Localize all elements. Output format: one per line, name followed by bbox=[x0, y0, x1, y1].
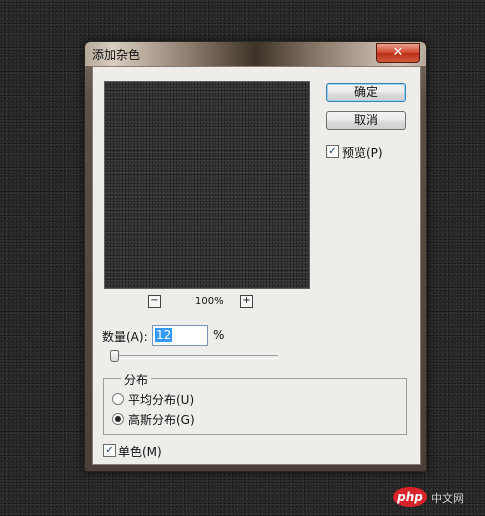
radio-uniform[interactable] bbox=[112, 393, 124, 405]
preview-checkbox[interactable]: ✓ bbox=[326, 145, 339, 158]
php-logo: php bbox=[393, 487, 427, 507]
zoom-in-button[interactable]: + bbox=[240, 295, 253, 308]
radio-uniform-label: 平均分布(U) bbox=[128, 393, 195, 407]
radio-gaussian[interactable] bbox=[112, 413, 124, 425]
checkmark-icon: ✓ bbox=[105, 445, 114, 456]
site-watermark: php 中文网 bbox=[393, 487, 485, 513]
zoom-out-button[interactable]: − bbox=[148, 295, 161, 308]
watermark-text: 中文网 bbox=[431, 492, 464, 505]
amount-slider-thumb[interactable] bbox=[110, 350, 119, 362]
title-bar[interactable]: 添加杂色 ✕ bbox=[85, 42, 426, 66]
amount-unit: % bbox=[213, 328, 225, 342]
plus-icon: + bbox=[242, 295, 251, 306]
preview-canvas[interactable] bbox=[104, 81, 310, 289]
cancel-button[interactable]: 取消 bbox=[326, 111, 406, 130]
checkmark-icon: ✓ bbox=[328, 146, 337, 157]
radio-gaussian-label: 高斯分布(G) bbox=[128, 413, 195, 427]
add-noise-dialog: 添加杂色 ✕ − 100% + 确定 取消 ✓ 预览(P) 数量(A): 12 … bbox=[84, 41, 427, 472]
dialog-body: − 100% + 确定 取消 ✓ 预览(P) 数量(A): 12 % 分布 平均… bbox=[92, 66, 421, 465]
close-icon: ✕ bbox=[392, 45, 404, 60]
minus-icon: − bbox=[150, 295, 159, 306]
amount-slider-track[interactable] bbox=[110, 355, 278, 359]
distribution-legend: 分布 bbox=[121, 371, 152, 388]
monochrome-label: 单色(M) bbox=[118, 445, 162, 459]
dialog-title: 添加杂色 bbox=[92, 48, 141, 62]
zoom-level: 100% bbox=[195, 296, 224, 307]
ok-button[interactable]: 确定 bbox=[326, 83, 406, 102]
amount-value: 12 bbox=[155, 328, 173, 342]
preview-label: 预览(P) bbox=[342, 146, 383, 160]
close-button[interactable]: ✕ bbox=[376, 43, 420, 63]
amount-input[interactable]: 12 bbox=[152, 325, 208, 346]
monochrome-checkbox[interactable]: ✓ bbox=[103, 444, 116, 457]
amount-label: 数量(A): bbox=[102, 330, 148, 344]
